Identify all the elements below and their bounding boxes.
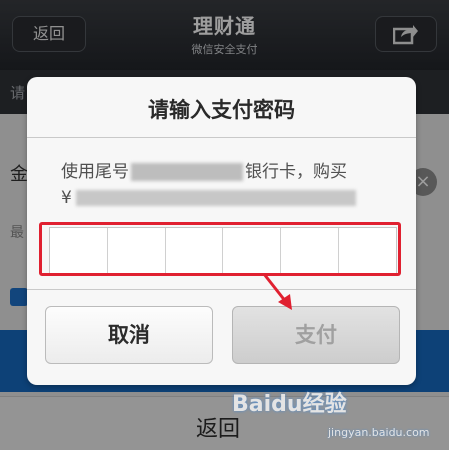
watermark-text: Baidu经验 [232, 392, 347, 417]
watermark: Baidu经验 jingyan.baidu.com [232, 374, 432, 450]
desc-line1-prefix: 使用尾号 [61, 162, 129, 182]
highlight-box [39, 222, 401, 276]
cancel-button[interactable]: 取消 [45, 306, 213, 364]
masked-card-number [131, 163, 243, 181]
pay-button[interactable]: 支付 [232, 306, 400, 364]
password-dialog: 请输入支付密码 使用尾号 银行卡，购买 ¥ 取消 支付 [27, 77, 416, 385]
red-arrow-icon [262, 273, 292, 310]
masked-product-info [75, 190, 356, 206]
payment-description: 使用尾号 银行卡，购买 ¥ [61, 159, 401, 211]
desc-line2-prefix: ¥ [61, 188, 72, 208]
watermark-url: jingyan.baidu.com [328, 426, 430, 439]
dialog-title: 请输入支付密码 [148, 98, 295, 122]
desc-line1-suffix: 银行卡，购买 [245, 162, 347, 182]
divider [27, 137, 416, 138]
divider [27, 289, 416, 290]
